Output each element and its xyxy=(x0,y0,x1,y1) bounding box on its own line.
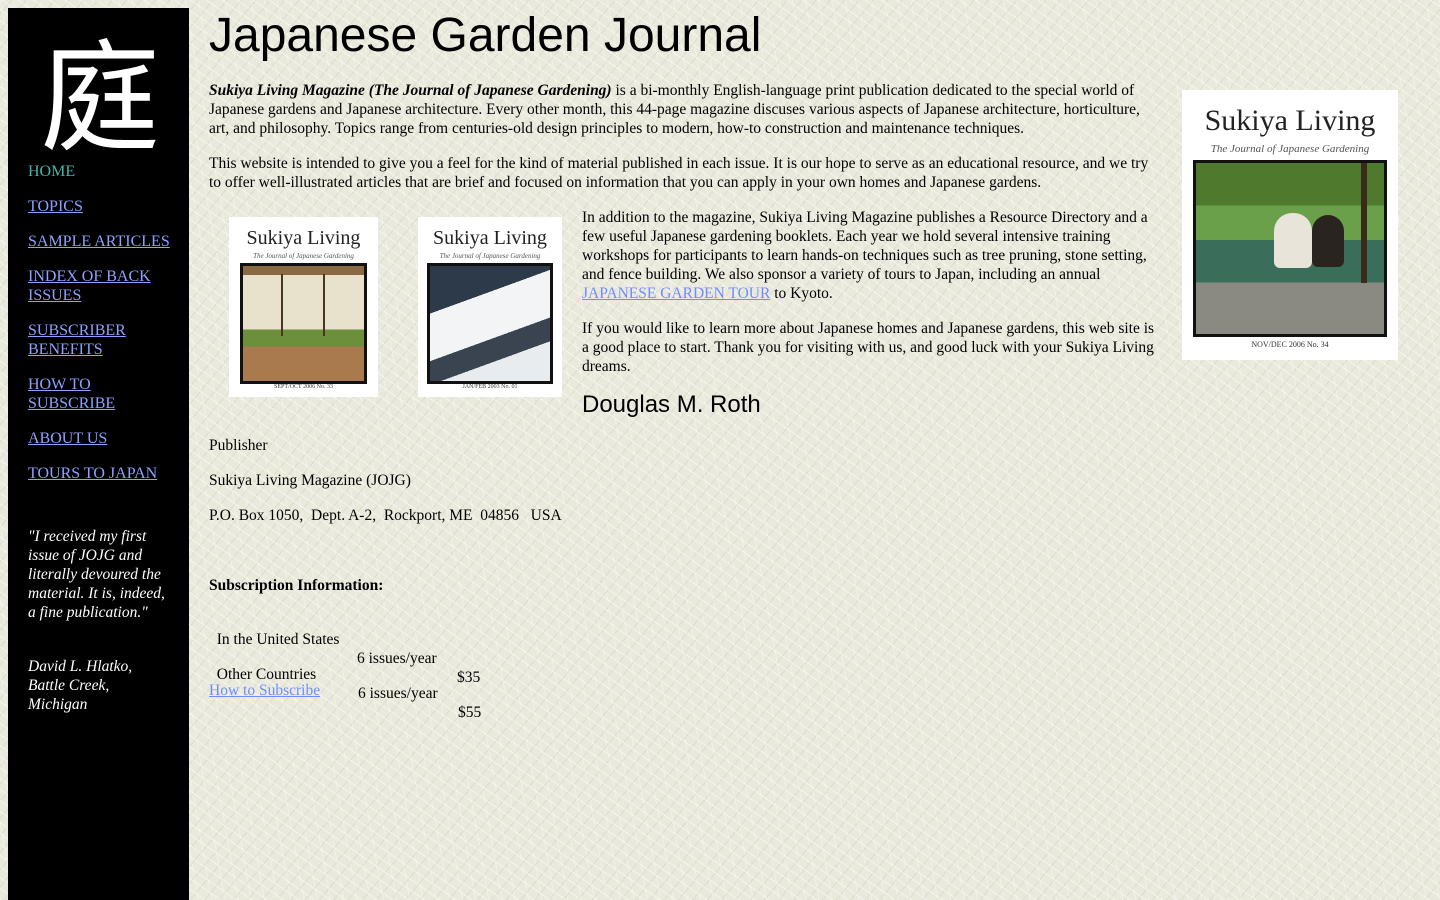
page-title: Japanese Garden Journal xyxy=(209,9,762,62)
cover-caption: SEPT/OCT 2006 No. 33 xyxy=(274,384,333,390)
japanese-garden-tour-link[interactable]: JAPANESE GARDEN TOUR xyxy=(582,285,770,302)
rate-issues: 6 issues/year xyxy=(357,650,437,667)
rate-price: $35 xyxy=(457,669,481,686)
testimonial-quote: "I received my first issue of JOJG and l… xyxy=(28,528,165,621)
publisher-name: Sukiya Living Magazine (JOJG) xyxy=(209,472,411,489)
subscription-heading: Subscription Information: xyxy=(209,577,384,594)
cover-title: Sukiya Living xyxy=(433,227,547,249)
nav-link-home[interactable]: HOME xyxy=(28,163,75,180)
signature: Douglas M. Roth xyxy=(582,391,761,418)
nav-item-tours-to-japan: TOURS TO JAPAN xyxy=(28,464,178,483)
nav-link-how-to-subscribe[interactable]: HOW TO SUBSCRIBE xyxy=(28,376,115,412)
magazine-cover-interior: Sukiya Living The Journal of Japanese Ga… xyxy=(229,217,378,397)
nav-item-about-us: ABOUT US xyxy=(28,429,178,448)
nav-item-subscriber-benefits: SUBSCRIBER BENEFITS xyxy=(28,321,178,359)
garden-kanji-logo: 庭 xyxy=(40,30,160,154)
nav-link-sample-articles[interactable]: SAMPLE ARTICLES xyxy=(28,233,170,250)
cover-subtitle: The Journal of Japanese Gardening xyxy=(439,252,541,260)
cover-title: Sukiya Living xyxy=(1204,104,1376,137)
nav-link-about-us[interactable]: ABOUT US xyxy=(28,430,107,447)
nav-link-subscriber-benefits[interactable]: SUBSCRIBER BENEFITS xyxy=(28,322,126,358)
cover-caption: JAN/FEB 2003 No. 01 xyxy=(462,384,518,390)
cover-subtitle: The Journal of Japanese Gardening xyxy=(253,252,354,260)
how-to-subscribe-link[interactable]: How to Subscribe xyxy=(209,682,320,699)
nav-item-sample-articles: SAMPLE ARTICLES xyxy=(28,232,178,251)
rate-issues: 6 issues/year xyxy=(358,685,438,702)
nav-link-tours-to-japan[interactable]: TOURS TO JAPAN xyxy=(28,465,157,482)
intro-paragraph: Sukiya Living Magazine (The Journal of J… xyxy=(209,81,1164,138)
testimonial-author: David L. Hlatko, Battle Creek, Michigan xyxy=(28,658,133,713)
nav-link-index-back-issues[interactable]: INDEX OF BACK ISSUES xyxy=(28,268,151,304)
subscribe-link-row: How to Subscribe xyxy=(209,681,320,700)
nav-item-index-back-issues: INDEX OF BACK ISSUES xyxy=(28,267,178,305)
sidebar-nav: HOME TOPICS SAMPLE ARTICLES INDEX OF BAC… xyxy=(28,162,178,499)
closing-paragraph: If you would like to learn more about Ja… xyxy=(582,320,1155,375)
cover-subtitle: The Journal of Japanese Gardening xyxy=(1210,143,1370,155)
services-text: In addition to the magazine, Sukiya Livi… xyxy=(582,209,1148,283)
website-purpose-paragraph: This website is intended to give you a f… xyxy=(209,155,1149,191)
cover-photo-pond xyxy=(1193,160,1387,337)
cover-photo-winter xyxy=(427,263,553,384)
magazine-name: Sukiya Living Magazine (The Journal of J… xyxy=(209,82,612,99)
cover-caption: NOV/DEC 2006 No. 34 xyxy=(1251,340,1329,349)
magazine-cover-winter: Sukiya Living The Journal of Japanese Ga… xyxy=(418,217,562,397)
services-text-end: to Kyoto. xyxy=(770,285,833,302)
nav-link-topics[interactable]: TOPICS xyxy=(28,198,83,215)
nav-item-topics: TOPICS xyxy=(28,197,178,216)
svg-text:庭: 庭 xyxy=(40,30,160,154)
rate-price: $55 xyxy=(458,704,482,721)
publisher-address: P.O. Box 1050, Dept. A-2, Rockport, ME 0… xyxy=(209,507,562,524)
nav-item-home: HOME xyxy=(28,162,178,181)
services-paragraph: In addition to the magazine, Sukiya Livi… xyxy=(582,208,1164,303)
sidebar: 庭 HOME TOPICS SAMPLE ARTICLES INDEX OF B… xyxy=(8,8,189,900)
nav-item-how-to-subscribe: HOW TO SUBSCRIBE xyxy=(28,375,178,413)
magazine-cover-current: Sukiya Living The Journal of Japanese Ga… xyxy=(1182,90,1398,360)
cover-photo-interior xyxy=(240,263,367,384)
publisher-role: Publisher xyxy=(209,437,268,454)
cover-title: Sukiya Living xyxy=(246,227,361,249)
